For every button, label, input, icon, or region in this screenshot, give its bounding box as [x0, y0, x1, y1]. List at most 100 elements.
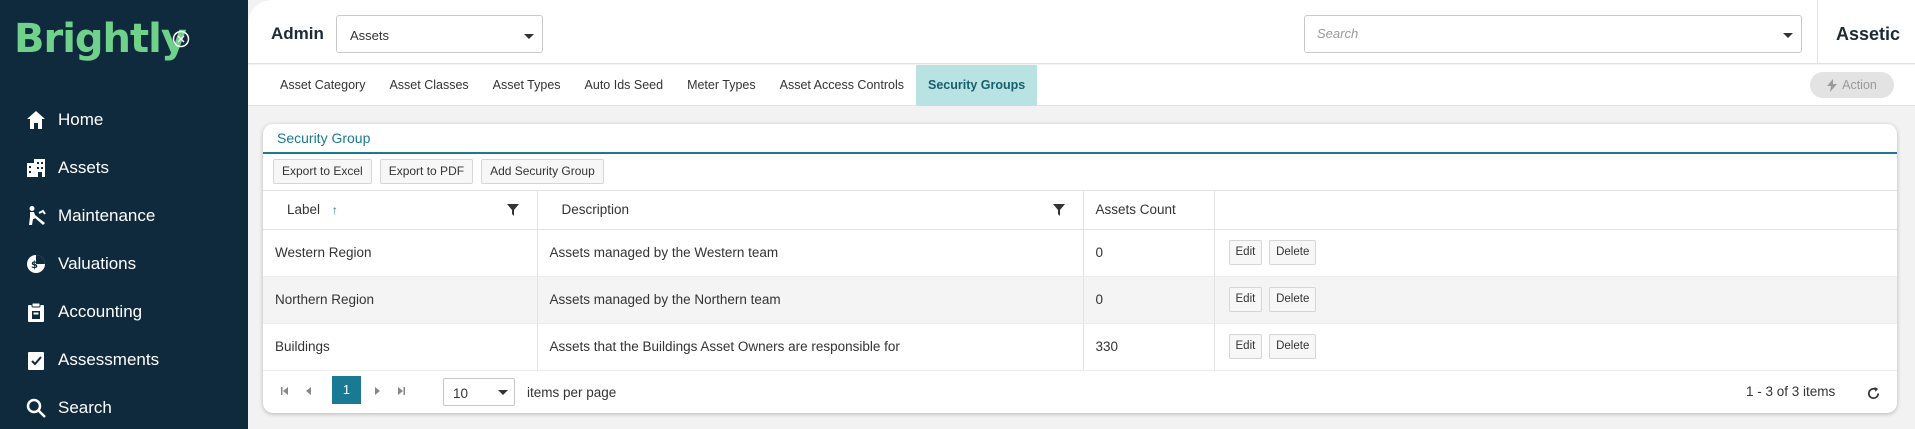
assessment-icon: [24, 348, 48, 372]
tab-asset-classes[interactable]: Asset Classes: [377, 65, 480, 106]
chevron-down-icon: [498, 390, 508, 395]
sidebar-item-home[interactable]: Home: [0, 96, 248, 144]
maintenance-icon: [24, 204, 48, 228]
security-group-panel: Security Group Export to Excel Export to…: [263, 124, 1897, 413]
sidebar-item-label: Maintenance: [58, 206, 156, 225]
edit-button[interactable]: Edit: [1228, 287, 1263, 312]
cell-count: 330: [1083, 323, 1215, 371]
column-header-assets-count[interactable]: Assets Count: [1083, 191, 1215, 230]
delete-button[interactable]: Delete: [1269, 334, 1317, 359]
pager: 1 10 items per page 1 - 3 of 3 items: [263, 371, 1897, 413]
tab-bar: Asset Category Asset Classes Asset Types…: [248, 65, 1915, 106]
tab-meter-types[interactable]: Meter Types: [675, 65, 768, 106]
sidebar-item-search[interactable]: Search: [0, 384, 248, 429]
sidebar-item-label: Home: [58, 110, 104, 129]
export-excel-button[interactable]: Export to Excel: [273, 159, 372, 184]
sidebar-item-assessments[interactable]: Assessments: [0, 336, 248, 384]
add-security-group-button[interactable]: Add Security Group: [481, 159, 604, 184]
valuation-icon: $: [24, 252, 48, 276]
brightly-logo: Brightly: [14, 16, 187, 62]
tabs: Asset Category Asset Classes Asset Types…: [268, 65, 1038, 106]
refresh-icon[interactable]: [1866, 386, 1881, 401]
security-group-table: Label ↑ Description Assets Count Western…: [263, 191, 1897, 371]
sidebar-item-label: Search: [58, 398, 112, 417]
tab-security-groups[interactable]: Security Groups: [915, 65, 1038, 106]
collapse-sidebar-icon[interactable]: [172, 30, 190, 48]
cell-description: Assets that the Buildings Asset Owners a…: [537, 323, 1084, 371]
table-row[interactable]: Western Region Assets managed by the Wes…: [263, 229, 1897, 277]
sidebar-item-accounting[interactable]: Accounting: [0, 288, 248, 336]
cell-label: Northern Region: [263, 276, 538, 324]
sidebar-item-valuations[interactable]: $ Valuations: [0, 240, 248, 288]
search-icon: [24, 396, 48, 420]
prev-page-icon[interactable]: [303, 385, 315, 397]
svg-text:$: $: [31, 260, 38, 271]
pager-info: 1 - 3 of 3 items: [1746, 384, 1836, 399]
sort-ascending-icon: ↑: [331, 203, 338, 218]
tab-auto-ids-seed[interactable]: Auto Ids Seed: [573, 65, 676, 106]
lightning-icon: [1827, 78, 1838, 92]
column-header-actions: [1214, 191, 1897, 230]
page-size-value: 10: [453, 386, 469, 401]
edit-button[interactable]: Edit: [1228, 240, 1263, 265]
cell-actions: Edit Delete: [1214, 229, 1897, 277]
column-header-description[interactable]: Description: [537, 191, 1084, 230]
action-button[interactable]: Action: [1810, 72, 1894, 98]
panel-title: Security Group: [277, 130, 371, 146]
cell-actions: Edit Delete: [1214, 323, 1897, 371]
filter-icon[interactable]: [1052, 204, 1065, 216]
cell-label: Western Region: [263, 229, 538, 277]
delete-button[interactable]: Delete: [1269, 240, 1317, 265]
table-header-row: Label ↑ Description Assets Count: [263, 191, 1897, 230]
grid-toolbar: Export to Excel Export to PDF Add Securi…: [273, 159, 604, 184]
tab-asset-category[interactable]: Asset Category: [268, 65, 377, 106]
sidebar-item-label: Assets: [58, 158, 110, 177]
column-header-label[interactable]: Label ↑: [263, 191, 538, 230]
table-row[interactable]: Buildings Assets that the Buildings Asse…: [263, 323, 1897, 371]
action-button-label: Action: [1842, 78, 1877, 92]
module-select[interactable]: Assets: [336, 15, 543, 53]
sidebar-nav: Home Assets Maintenance $ Valuations Acc…: [0, 96, 248, 429]
cell-count: 0: [1083, 229, 1215, 277]
export-pdf-button[interactable]: Export to PDF: [379, 159, 474, 184]
clipboard-icon: [24, 300, 48, 324]
first-page-icon[interactable]: [279, 385, 291, 397]
page-number-current[interactable]: 1: [332, 376, 361, 404]
filter-icon[interactable]: [506, 204, 519, 216]
logo: Brightly: [14, 16, 187, 62]
top-bar: Admin Assets Assetic: [248, 0, 1915, 64]
divider: [1817, 0, 1818, 64]
page-size-label: items per page: [527, 385, 617, 400]
module-select-value: Assets: [350, 28, 390, 43]
cell-count: 0: [1083, 276, 1215, 324]
tab-asset-types[interactable]: Asset Types: [481, 65, 573, 106]
delete-button[interactable]: Delete: [1269, 287, 1317, 312]
search-input[interactable]: [1317, 26, 1757, 41]
brand-name: Assetic: [1836, 24, 1901, 44]
last-page-icon[interactable]: [395, 385, 407, 397]
column-header-text: Description: [561, 202, 630, 218]
sidebar-item-maintenance[interactable]: Maintenance: [0, 192, 248, 240]
chevron-down-icon: [524, 34, 534, 39]
home-icon: [24, 108, 48, 132]
sidebar-item-assets[interactable]: Assets: [0, 144, 248, 192]
global-search[interactable]: [1304, 15, 1802, 53]
main-content: Admin Assets Assetic Asset Category Asse…: [248, 0, 1915, 429]
tab-asset-access-controls[interactable]: Asset Access Controls: [768, 65, 916, 106]
chevron-down-icon[interactable]: [1783, 33, 1793, 38]
cell-description: Assets managed by the Western team: [537, 229, 1084, 277]
table-row[interactable]: Northern Region Assets managed by the No…: [263, 276, 1897, 324]
sidebar-item-label: Accounting: [58, 302, 143, 321]
admin-label: Admin: [271, 24, 324, 43]
cell-description: Assets managed by the Northern team: [537, 276, 1084, 324]
next-page-icon[interactable]: [371, 385, 383, 397]
sidebar-item-label: Assessments: [58, 350, 160, 369]
sidebar: Brightly Home Assets Maintenance $ Valua…: [0, 0, 248, 429]
cell-label: Buildings: [263, 323, 538, 371]
column-header-text: Assets Count: [1095, 202, 1176, 218]
edit-button[interactable]: Edit: [1228, 334, 1263, 359]
building-icon: [24, 156, 48, 180]
cell-actions: Edit Delete: [1214, 276, 1897, 324]
divider: [263, 152, 1897, 154]
page-size-select[interactable]: 10: [443, 378, 515, 406]
